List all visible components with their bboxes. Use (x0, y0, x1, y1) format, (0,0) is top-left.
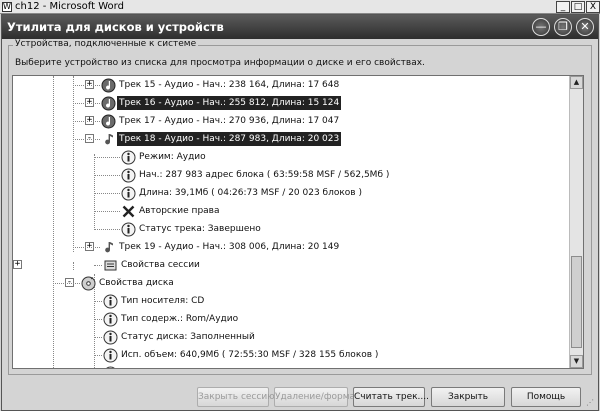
resize-grip-icon[interactable]: ⋰ (586, 398, 596, 408)
tree-item-label[interactable]: Свойства диска (97, 276, 176, 290)
tree-line (73, 247, 100, 248)
tree-line (73, 103, 100, 104)
tree-item-label[interactable]: Тип содерж.: Rom/Аудио (119, 312, 240, 326)
tree-line (94, 355, 102, 356)
info-icon (103, 294, 118, 309)
expand-node-button[interactable]: + (13, 260, 22, 269)
tree-line (94, 154, 95, 230)
close-session-button[interactable]: Закрыть сессию (197, 387, 275, 407)
scroll-up-button[interactable]: ▲ (570, 76, 583, 89)
tree-line (94, 193, 120, 194)
tree-item-label[interactable]: Трек 18 - Аудио - Нач.: 287 983, Длина: … (117, 132, 342, 146)
delete-format-button[interactable]: Удаление/формат (274, 387, 360, 407)
x-mark-icon (121, 204, 136, 219)
info-icon (103, 330, 118, 345)
tree-line (53, 76, 54, 368)
word-minimize-button[interactable]: _ (556, 0, 570, 13)
info-icon (103, 366, 118, 368)
tree-line (94, 157, 120, 158)
tree-line (73, 139, 100, 140)
tree-item-label[interactable]: Своб. место: 0Кб ( 00:00:00 MSF / 0 блок… (119, 366, 331, 368)
devices-description: Выберите устройство из списка для просмо… (15, 58, 425, 68)
dialog-title: Утилита для дисков и устройств (7, 20, 224, 34)
tree-line (94, 301, 102, 302)
word-titlebar: W ch12 - Microsoft Word _ □ X (0, 0, 600, 14)
disc-icon (81, 276, 96, 291)
info-icon (121, 186, 136, 201)
info-icon (121, 150, 136, 165)
scroll-thumb[interactable] (571, 256, 582, 348)
tree-line (53, 283, 80, 284)
tree-line (94, 337, 102, 338)
tree-line (94, 265, 102, 266)
disc-utility-dialog: Утилита для дисков и устройств — ❐ ✕ Уст… (1, 14, 599, 411)
devices-group-title: Устройства, подключенные к системе (13, 39, 199, 49)
app-root: W ch12 - Microsoft Word _ □ X Утилита дл… (0, 0, 600, 411)
tree-item-label[interactable]: Статус диска: Заполненный (119, 330, 257, 344)
tree-item-label[interactable]: Авторские права (137, 204, 222, 218)
tree-item-label[interactable]: Трек 17 - Аудио - Нач.: 270 936, Длина: … (117, 114, 341, 128)
tree-item-label[interactable]: Трек 16 - Аудио - Нач.: 255 812, Длина: … (117, 96, 342, 110)
word-maximize-button[interactable]: □ (571, 0, 585, 13)
word-close-button[interactable]: X (586, 0, 600, 13)
tree-item-label[interactable]: Свойства сессии (119, 258, 202, 272)
audio-track-icon (101, 96, 116, 111)
tree-line (73, 85, 100, 86)
info-icon (121, 222, 136, 237)
dialog-restore-button[interactable]: ❐ (554, 18, 572, 36)
tree-line (73, 262, 74, 270)
tree-line (94, 175, 120, 176)
info-icon (103, 348, 118, 363)
tree-item-label[interactable]: Исп. объем: 640,9Мб ( 72:55:30 MSF / 328… (119, 348, 380, 362)
tree-line (94, 211, 120, 212)
dialog-minimize-button[interactable]: — (532, 18, 550, 36)
tree-line (94, 319, 102, 320)
dialog-close-button[interactable]: ✕ (576, 18, 594, 36)
read-track-button[interactable]: Считать трек.... (353, 387, 429, 407)
tree-item-label[interactable]: Режим: Аудио (137, 150, 208, 164)
dialog-titlebar[interactable]: Утилита для дисков и устройств — ❐ ✕ (2, 15, 598, 39)
help-button[interactable]: Помощь (511, 387, 581, 407)
music-note-icon (101, 132, 116, 147)
word-doc-icon: W (2, 1, 12, 12)
tree-item-label[interactable]: Трек 15 - Аудио - Нач.: 238 164, Длина: … (117, 78, 341, 92)
device-tree[interactable]: + Трек 15 - Аудио - Нач.: 238 164, Длина:… (12, 75, 584, 369)
tree-item-label[interactable]: Тип носителя: CD (119, 294, 206, 308)
audio-track-icon (101, 114, 116, 129)
info-icon (103, 312, 118, 327)
tree-item-label[interactable]: Статус трека: Завершено (137, 222, 263, 236)
tree-item-label[interactable]: Трек 19 - Аудио - Нач.: 308 006, Длина: … (117, 240, 341, 254)
scroll-down-button[interactable]: ▼ (570, 355, 583, 368)
tree-item-label[interactable]: Нач.: 287 983 адрес блока ( 63:59:58 MSF… (137, 168, 391, 182)
music-note-icon (101, 240, 116, 255)
tree-vertical-scrollbar[interactable]: ▲ ▼ (569, 76, 583, 368)
info-icon (121, 168, 136, 183)
tree-item-label[interactable]: Длина: 39,1Мб ( 04:26:73 MSF / 20 023 бл… (137, 186, 364, 200)
session-icon (103, 258, 118, 273)
word-window-title: ch12 - Microsoft Word (15, 1, 124, 12)
close-button[interactable]: Закрыть (431, 387, 505, 407)
tree-line (73, 121, 100, 122)
audio-track-icon (101, 78, 116, 93)
tree-line (94, 229, 120, 230)
